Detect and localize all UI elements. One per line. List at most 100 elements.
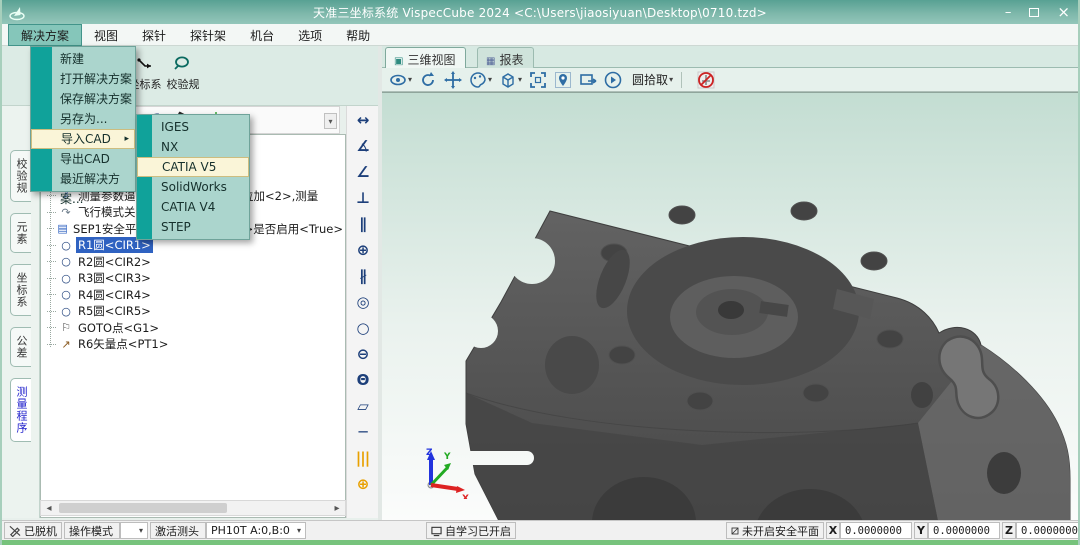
side-tab[interactable]: 校验规 [10, 150, 31, 202]
view-tabbar: ▣三维视图 ▦报表 [382, 46, 1080, 68]
tree-item[interactable]: ○ R5圆<CIR5> [47, 303, 345, 320]
gdt-tool-icon[interactable]: ∡ [356, 138, 368, 155]
view-panel: ▣三维视图 ▦报表 ▾ ▾ ▾ [382, 46, 1080, 520]
view-eye-icon[interactable] [389, 71, 407, 89]
tree-item[interactable]: ⚐ GOTO点<G1> [47, 320, 345, 337]
gdt-tool-icon[interactable]: ||| [356, 450, 369, 467]
submenu-item[interactable]: CATIA V5 [137, 157, 249, 177]
tree-horizontal-scrollbar[interactable]: ◂ ▸ [40, 500, 346, 516]
render-style-icon[interactable] [469, 71, 487, 89]
gdt-toolbar: ↔ ∡ ∠ ⊥ ∥ ⊕ ∦ ◎ ○ ⊖ Θ ▱ ─ ||| ⊕ [346, 106, 378, 518]
menu-item[interactable]: 打开解决方案 [31, 69, 135, 89]
y-axis-label: Y [914, 522, 928, 539]
gdt-tool-icon[interactable]: ⊕ [357, 476, 369, 493]
gdt-tool-icon[interactable]: ○ [356, 320, 368, 337]
view-eye-caret[interactable]: ▾ [408, 75, 412, 84]
tree-item-label: GOTO点<G1> [76, 320, 161, 336]
gdt-tool-icon[interactable]: ∦ [359, 268, 366, 285]
run-play-icon[interactable] [604, 71, 622, 89]
tree-item-icon: ▤ [57, 223, 68, 234]
tree-item-label: R2圆<CIR2> [76, 254, 153, 270]
capture-view-icon[interactable] [579, 71, 597, 89]
locate-point-icon[interactable] [554, 71, 572, 89]
cube-view-caret[interactable]: ▾ [518, 75, 522, 84]
menu-item[interactable]: 另存为... [31, 109, 135, 129]
tab-report[interactable]: ▦报表 [477, 47, 534, 68]
submenu-item[interactable]: STEP [137, 217, 249, 237]
tree-item-icon: ↗ [59, 339, 73, 350]
menubar-item[interactable]: 视图 [82, 24, 130, 46]
menubar-item[interactable]: 探针架 [178, 24, 238, 46]
gdt-tool-icon[interactable]: ◎ [356, 294, 368, 311]
tab-3d-view[interactable]: ▣三维视图 [385, 47, 466, 68]
gdt-tool-icon[interactable]: ⊖ [357, 346, 369, 363]
menubar-item[interactable]: 解决方案 [8, 24, 82, 46]
close-button[interactable]: × [1057, 5, 1070, 20]
menubar-item[interactable]: 探针 [130, 24, 178, 46]
titlebar: 天准三坐标系统 VispecCube 2024 <C:\Users\jiaosi… [2, 0, 1078, 24]
minimize-button[interactable]: – [1005, 6, 1012, 19]
z-coordinate-value: 0.0000000 [1016, 522, 1080, 539]
submenu-item[interactable]: SolidWorks [137, 177, 249, 197]
toolbar-overflow-button[interactable]: ▾ [324, 113, 337, 129]
viewport-3d[interactable]: Z Y X [382, 92, 1080, 520]
gdt-tool-icon[interactable]: ∠ [356, 164, 368, 181]
side-tab[interactable]: 公差 [10, 327, 31, 367]
window-bottom-edge [2, 540, 1078, 545]
cad-part-model [382, 93, 1080, 521]
gdt-tool-icon[interactable]: ─ [358, 424, 366, 441]
tree-item[interactable]: ↗ R6矢量点<PT1> [47, 336, 345, 353]
menubar-item[interactable]: 选项 [286, 24, 334, 46]
op-mode-label: 操作模式 [64, 522, 120, 539]
tree-item[interactable]: ○ R4圆<CIR4> [47, 287, 345, 304]
submenu-item[interactable]: NX [137, 137, 249, 157]
tree-item-icon: ○ [59, 289, 73, 300]
maximize-button[interactable] [1029, 8, 1039, 17]
view-toolbar: ▾ ▾ ▾ 圆拾取 [382, 68, 1080, 92]
pan-move-icon[interactable] [444, 71, 462, 89]
side-tab[interactable]: 测量程序 [10, 378, 31, 442]
menu-item[interactable]: 新建 [31, 49, 135, 69]
scroll-right-icon[interactable]: ▸ [329, 503, 345, 514]
tree-item-icon: ○ [59, 240, 73, 251]
zoom-fit-icon[interactable] [529, 71, 547, 89]
tree-item-icon: ⚐ [59, 322, 73, 333]
cube-small-icon: ▣ [394, 56, 403, 67]
cube-view-icon[interactable] [499, 71, 517, 89]
tree-item[interactable]: ○ R3圆<CIR3> [47, 270, 345, 287]
active-probe-select[interactable]: PH10T A:0,B:0▾ [206, 522, 306, 539]
gdt-tool-icon[interactable]: Θ [357, 372, 369, 389]
gdt-tool-icon[interactable]: ∥ [359, 216, 366, 233]
solution-menu: 新建 打开解决方案 保存解决方案 另存为... 导入CAD▸ 导出CAD 最近解… [30, 46, 136, 192]
gdt-tool-icon[interactable]: ⊕ [357, 242, 369, 259]
menubar-item[interactable]: 帮助 [334, 24, 382, 46]
menu-item[interactable]: 导出CAD [31, 149, 135, 169]
tree-item-icon: ○ [59, 256, 73, 267]
op-mode-select[interactable]: ▾ [120, 522, 148, 539]
side-tab[interactable]: 坐标系 [10, 264, 31, 316]
menu-item[interactable]: 保存解决方案 [31, 89, 135, 109]
gdt-tool-icon[interactable]: ↔ [357, 112, 369, 129]
menubar: 解决方案视图探针探针架机台选项帮助 [2, 24, 1078, 46]
scrollbar-thumb[interactable] [59, 503, 227, 513]
axis-x-label: X [462, 494, 469, 499]
tree-item[interactable]: ○ R2圆<CIR2> [47, 254, 345, 271]
menu-item[interactable]: 导入CAD▸ [31, 129, 135, 149]
circle-pick-dropdown[interactable]: 圆拾取 [632, 71, 668, 88]
submenu-item[interactable]: CATIA V4 [137, 197, 249, 217]
side-tab[interactable]: 元素 [10, 213, 31, 253]
menubar-item[interactable]: 机台 [238, 24, 286, 46]
scroll-left-icon[interactable]: ◂ [41, 503, 57, 514]
menu-item[interactable]: 最近解决方案... [31, 169, 135, 189]
gdt-tool-icon[interactable]: ▱ [357, 398, 368, 415]
gdt-tool-icon[interactable]: ⊥ [356, 190, 369, 207]
gauge-check-button[interactable]: 校验规 [164, 54, 202, 92]
render-style-caret[interactable]: ▾ [488, 75, 492, 84]
clip-plane-disabled-icon[interactable] [697, 71, 715, 89]
window-title: 天准三坐标系统 VispecCube 2024 <C:\Users\jiaosi… [2, 4, 1078, 21]
safety-plane-status: 未开启安全平面 [726, 522, 824, 539]
orbit-rotate-icon[interactable] [419, 71, 437, 89]
submenu-item[interactable]: IGES [137, 117, 249, 137]
circle-pick-caret[interactable]: ▾ [669, 75, 673, 84]
gauge-check-icon [173, 54, 193, 74]
